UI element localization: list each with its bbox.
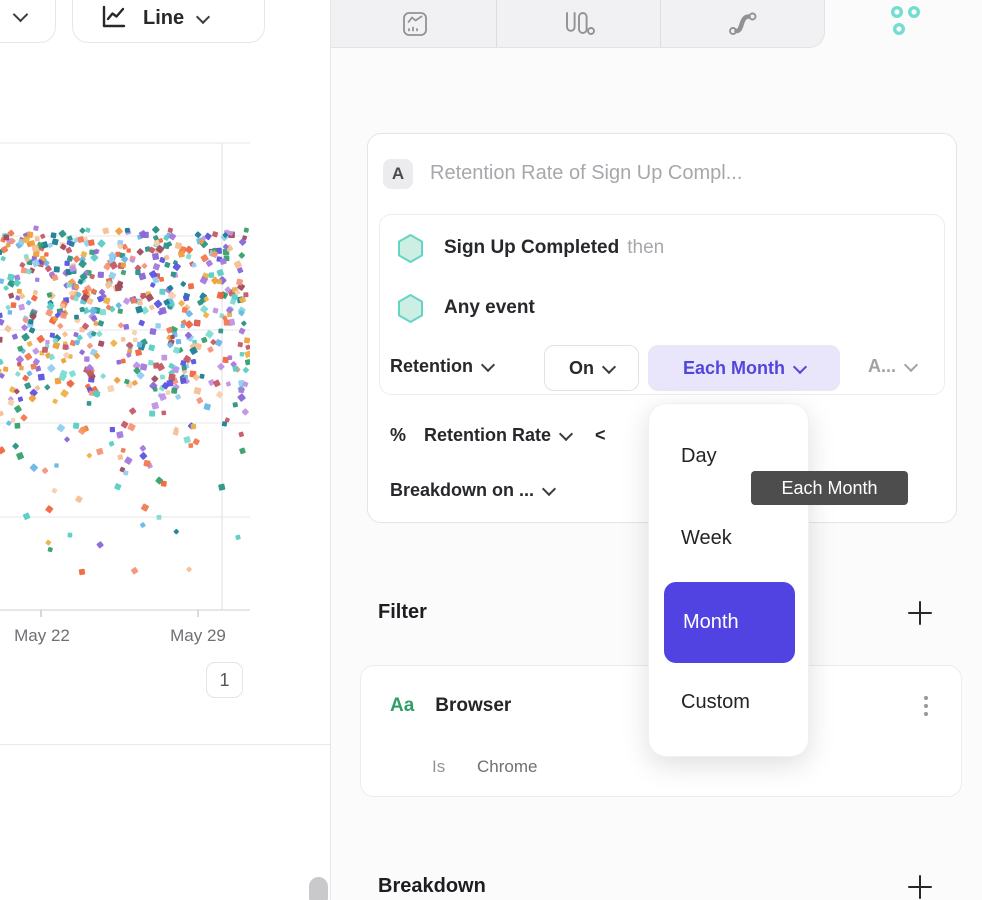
filter-menu-button kebab-vertical-icon[interactable]	[920, 696, 932, 716]
breakdown-section-title: Breakdown	[378, 875, 486, 898]
chevron-down-icon	[481, 358, 495, 372]
retention-dropdown[interactable]: Retention	[390, 356, 493, 377]
pagination-page-button[interactable]: 1	[206, 662, 243, 698]
collapsed-dropdown-button[interactable]	[0, 0, 56, 43]
chart-type-label: Line	[143, 7, 184, 30]
hexagon-event-icon	[396, 293, 425, 324]
hexagon-event-icon	[396, 233, 425, 264]
bars-icon	[563, 11, 595, 37]
period-dropdown[interactable]: Each Month	[648, 345, 840, 391]
three-rings-icon	[887, 2, 921, 36]
retention-label: Retention	[390, 356, 473, 377]
chevron-down-icon	[904, 358, 918, 372]
on-dropdown[interactable]: On	[544, 345, 639, 391]
retention-scatter-chart	[0, 0, 250, 760]
series-title[interactable]: Retention Rate of Sign Up Compl...	[430, 162, 742, 185]
chevron-down-icon	[602, 359, 616, 373]
chevron-down-icon	[13, 7, 29, 23]
x-tick-label: May 29	[153, 626, 243, 646]
panel-divider	[330, 0, 331, 900]
filter-value: Chrome	[477, 757, 537, 777]
period-tooltip: Each Month	[751, 471, 908, 505]
menu-item-week[interactable]: Week	[681, 527, 732, 550]
squiggle-icon	[728, 11, 758, 37]
panel-bottom-border	[0, 744, 331, 745]
event-row[interactable]: Any event	[396, 293, 535, 323]
actor-dropdown[interactable]: A...	[868, 356, 916, 377]
tab-cohort-dots[interactable]	[825, 0, 982, 48]
event-suffix: then	[627, 237, 664, 259]
measure-trailing: <	[595, 425, 606, 446]
menu-item-day[interactable]: Day	[681, 445, 717, 468]
menu-item-month-selected[interactable]: Month	[664, 582, 795, 663]
menu-item-custom[interactable]: Custom	[681, 691, 750, 714]
tab-flow-chart[interactable]	[661, 0, 824, 48]
framed-line-chart-icon	[402, 11, 428, 37]
measure-row[interactable]: % Retention Rate <	[390, 425, 606, 446]
percent-symbol: %	[390, 425, 406, 446]
breakdown-on-label: Breakdown on ...	[390, 480, 534, 501]
event-name[interactable]: Any event	[444, 297, 535, 319]
event-name[interactable]: Sign Up Completed	[444, 237, 619, 259]
property-type-badge: Aa	[390, 695, 414, 717]
chevron-down-icon	[196, 9, 210, 23]
chevron-down-icon	[542, 482, 556, 496]
event-row[interactable]: Sign Up Completed then	[396, 233, 664, 263]
filter-operator: Is	[432, 757, 445, 777]
filter-section-title: Filter	[378, 601, 427, 624]
add-filter-button plus-icon[interactable]	[908, 601, 932, 625]
x-tick-label: May 22	[0, 626, 87, 646]
app-screen: May 22 May 29 1 Line	[0, 0, 982, 900]
add-breakdown-button plus-icon[interactable]	[908, 875, 932, 899]
period-label: Each Month	[683, 358, 785, 379]
actor-label: A...	[868, 356, 896, 377]
breakdown-on-dropdown[interactable]: Breakdown on ...	[390, 480, 554, 501]
on-label: On	[569, 358, 594, 379]
filter-property-name: Browser	[435, 695, 511, 717]
tab-line-chart[interactable]	[333, 0, 496, 48]
chevron-down-icon	[559, 427, 573, 441]
chart-type-button[interactable]: Line	[72, 0, 265, 43]
chart-panel: May 22 May 29 1	[0, 0, 331, 900]
tab-bar-chart[interactable]	[497, 0, 660, 48]
period-menu: Day Week Month Custom	[648, 403, 809, 757]
chevron-down-icon	[793, 359, 807, 373]
line-chart-icon	[99, 3, 129, 33]
series-badge: A	[383, 159, 413, 189]
filter-card-header: Aa Browser	[390, 695, 511, 717]
measure-label: Retention Rate	[424, 425, 551, 446]
scrollbar-thumb[interactable]	[309, 877, 328, 900]
